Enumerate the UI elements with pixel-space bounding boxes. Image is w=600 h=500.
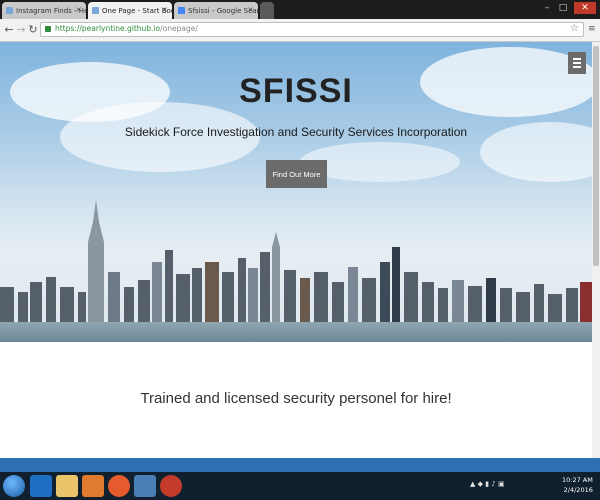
- page-viewport: SFISSI Sidekick Force Investigation and …: [0, 42, 592, 458]
- windows-start-icon[interactable]: [3, 475, 25, 497]
- tab-one-page[interactable]: One Page - Start Bootstr... ×: [88, 2, 172, 19]
- maximize-icon[interactable]: □: [556, 2, 570, 14]
- menu-bar: [573, 66, 581, 68]
- scrollbar-thumb[interactable]: [593, 46, 599, 266]
- tab-favicon-icon: [92, 7, 99, 14]
- app-icon[interactable]: [134, 475, 156, 497]
- clock-time: 10:27 AM: [562, 476, 593, 484]
- menu-bar: [573, 58, 581, 60]
- tab-instagram[interactable]: Instagram Finds - Help Ur... ×: [2, 2, 86, 19]
- city-skyline-image: [0, 200, 592, 342]
- section-tagline: Trained and licensed security personel f…: [140, 390, 452, 407]
- reload-icon[interactable]: ↻: [27, 23, 39, 37]
- page-subtitle: Sidekick Force Investigation and Securit…: [124, 125, 468, 139]
- tab-close-icon[interactable]: ×: [75, 5, 82, 14]
- browser-tab-strip: Instagram Finds - Help Ur... × One Page …: [0, 0, 600, 19]
- page-scrollbar[interactable]: [592, 42, 600, 458]
- firefox-icon[interactable]: [108, 475, 130, 497]
- tab-google-search[interactable]: Sfsissi - Google Search ×: [174, 2, 258, 19]
- new-tab-button[interactable]: [260, 2, 274, 19]
- windows-taskbar: ▲ ◆ ▮ ♪ ▣ 10:27 AM 2/4/2016: [0, 472, 600, 500]
- address-bar: ← → ↻ https://pearlyntine.github.io/onep…: [0, 19, 600, 42]
- internet-explorer-icon[interactable]: [30, 475, 52, 497]
- lock-icon: [45, 26, 51, 32]
- close-window-icon[interactable]: ✕: [574, 2, 596, 14]
- hero-section: SFISSI Sidekick Force Investigation and …: [0, 42, 592, 342]
- river-water: [0, 322, 592, 342]
- back-arrow-icon[interactable]: ←: [3, 23, 15, 37]
- page-footer-band: [0, 458, 600, 472]
- clock-date: 2/4/2016: [563, 486, 593, 494]
- media-player-icon[interactable]: [82, 475, 104, 497]
- minimize-icon[interactable]: –: [540, 2, 554, 14]
- url-input[interactable]: https://pearlyntine.github.io/onepage/ ☆: [40, 22, 584, 37]
- system-tray-icons[interactable]: ▲ ◆ ▮ ♪ ▣: [470, 480, 505, 488]
- bookmark-star-icon[interactable]: ☆: [570, 23, 579, 34]
- forward-arrow-icon[interactable]: →: [15, 23, 27, 37]
- menu-bar: [573, 62, 581, 64]
- chrome-icon[interactable]: [160, 475, 182, 497]
- tab-favicon-icon: [6, 7, 13, 14]
- tab-favicon-icon: [178, 7, 185, 14]
- find-out-more-button[interactable]: Find Out More: [266, 160, 327, 188]
- url-text: https://pearlyntine.github.io/onepage/: [55, 24, 198, 33]
- taskbar-clock[interactable]: 10:27 AM 2/4/2016: [562, 475, 593, 495]
- file-explorer-icon[interactable]: [56, 475, 78, 497]
- tab-close-icon[interactable]: ×: [161, 5, 168, 14]
- hamburger-menu-button[interactable]: [568, 52, 586, 74]
- page-title: SFISSI: [239, 72, 353, 110]
- browser-menu-icon[interactable]: ≡: [588, 24, 596, 34]
- tab-close-icon[interactable]: ×: [247, 5, 254, 14]
